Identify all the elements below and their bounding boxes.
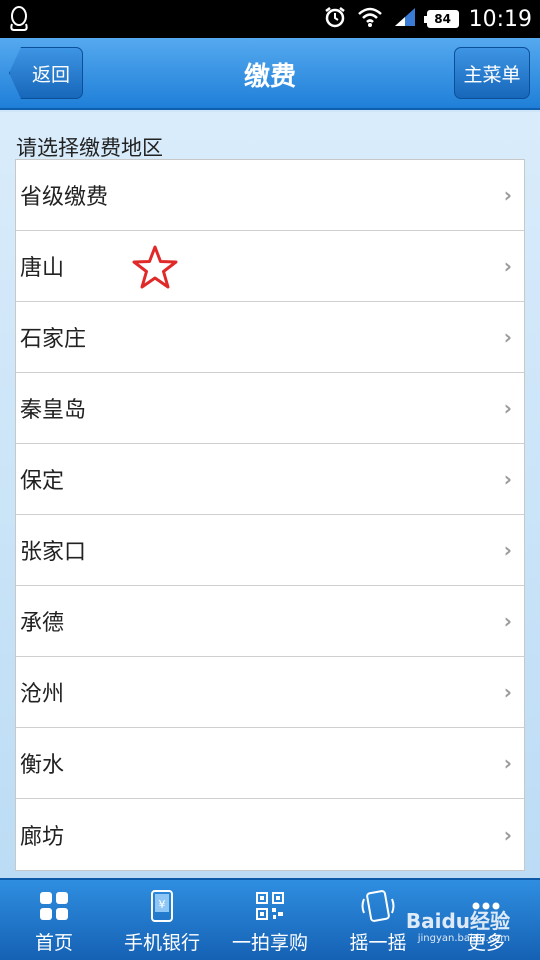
region-item-langfang[interactable]: 廊坊 ›: [16, 799, 524, 870]
chevron-right-icon: ›: [503, 822, 512, 847]
signal-icon: [393, 6, 417, 32]
alarm-icon: [323, 5, 347, 33]
phone-yen-icon: ¥: [150, 888, 174, 924]
header-bar: 返回 缴费 主菜单: [0, 38, 540, 110]
chevron-right-icon: ›: [503, 254, 512, 278]
grid-home-icon: [39, 888, 69, 924]
region-label: 省级缴费: [20, 185, 109, 210]
chevron-right-icon: ›: [503, 183, 512, 207]
chevron-right-icon: ›: [503, 325, 512, 349]
shake-phone-icon: [360, 888, 396, 924]
region-label: 承德: [20, 611, 65, 636]
region-label: 秦皇岛: [20, 398, 87, 423]
nav-label: 一拍享购: [231, 932, 308, 954]
chevron-right-icon: ›: [503, 538, 512, 562]
watermark-url: jingyan.baidu.com: [417, 933, 510, 944]
region-item-qinhuangdao[interactable]: 秦皇岛 ›: [16, 373, 524, 444]
region-item-chengde[interactable]: 承德 ›: [16, 586, 524, 657]
nav-label: 手机银行: [123, 932, 200, 954]
region-item-tangshan[interactable]: 唐山 ›: [16, 231, 524, 302]
region-label: 唐山: [20, 256, 65, 281]
battery-icon: 84: [423, 10, 459, 28]
svg-text:¥: ¥: [159, 898, 166, 911]
region-label: 衡水: [20, 753, 65, 778]
region-item-shijiazhuang[interactable]: 石家庄 ›: [16, 302, 524, 373]
qq-penguin-icon: [8, 6, 30, 32]
region-list: 省级缴费 › 唐山 › 石家庄 › 秦皇岛 › 保定 › 张家口 › 承德 › …: [15, 159, 525, 871]
region-item-hengshui[interactable]: 衡水 ›: [16, 728, 524, 799]
wifi-icon: [357, 6, 383, 32]
baidu-watermark: Baidu经验 jingyan.baidu.com: [406, 911, 510, 948]
region-item-baoding[interactable]: 保定 ›: [16, 444, 524, 515]
region-item-zhangjiakou[interactable]: 张家口 ›: [16, 515, 524, 586]
main-menu-button[interactable]: 主菜单: [454, 47, 530, 99]
chevron-right-icon: ›: [503, 396, 512, 420]
qr-code-icon: [256, 888, 284, 924]
chevron-right-icon: ›: [503, 467, 512, 491]
chevron-right-icon: ›: [503, 680, 512, 704]
chevron-right-icon: ›: [503, 751, 512, 775]
region-label: 沧州: [20, 682, 65, 707]
chevron-right-icon: ›: [503, 609, 512, 633]
nav-label: 首页: [34, 932, 73, 954]
region-label: 保定: [20, 469, 65, 494]
region-item-cangzhou[interactable]: 沧州 ›: [16, 657, 524, 728]
nav-label: 摇一摇: [349, 932, 407, 954]
region-label: 廊坊: [20, 824, 65, 850]
nav-mobile-bank[interactable]: ¥ 手机银行: [108, 880, 216, 960]
nav-home[interactable]: 首页: [0, 880, 108, 960]
content-area: 请选择缴费地区 省级缴费 › 唐山 › 石家庄 › 秦皇岛 › 保定 › 张家口…: [0, 112, 540, 878]
star-icon: [132, 245, 178, 295]
nav-scan-buy[interactable]: 一拍享购: [216, 880, 324, 960]
clock: 10:19: [468, 6, 532, 32]
region-label: 石家庄: [20, 327, 87, 352]
region-label: 张家口: [20, 540, 87, 565]
section-label: 请选择缴费地区: [16, 136, 163, 160]
status-bar: 84 10:19: [0, 0, 540, 38]
region-item-provincial[interactable]: 省级缴费 ›: [16, 160, 524, 231]
